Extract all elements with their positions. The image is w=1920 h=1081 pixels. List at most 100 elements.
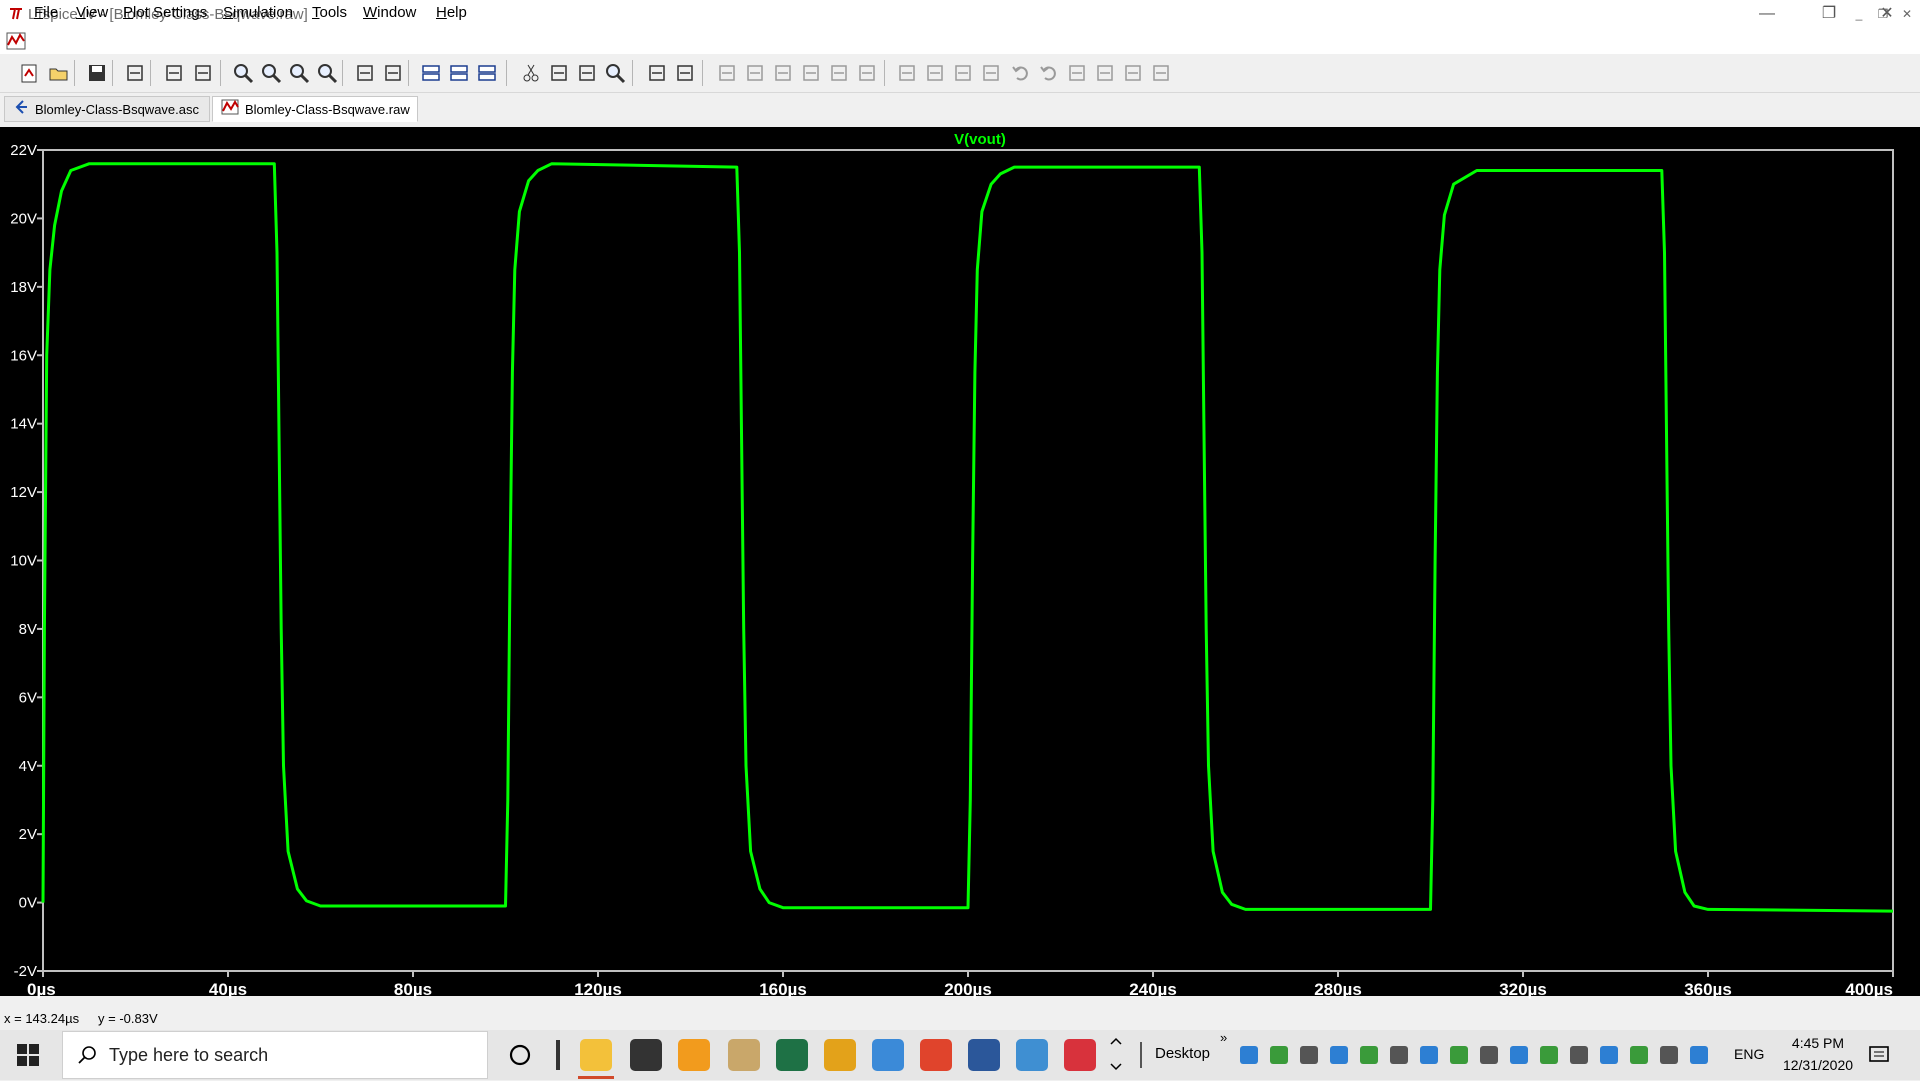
drag-icon[interactable] — [980, 62, 1002, 84]
network-app-tray-icon[interactable] — [1360, 1046, 1378, 1064]
cortana-icon[interactable] — [508, 1043, 532, 1067]
x-tick-label: 360µs — [1684, 980, 1732, 999]
control-panel-app-icon[interactable] — [872, 1039, 904, 1071]
mirror-icon[interactable] — [1094, 62, 1116, 84]
menu-window[interactable]: Window — [363, 4, 416, 21]
text-icon[interactable] — [1122, 62, 1144, 84]
y-tick-label: 4V — [19, 758, 37, 775]
tile-icon[interactable] — [476, 62, 498, 84]
tab-label: Blomley-Class-Bsqwave.asc — [35, 102, 199, 117]
menu-tools[interactable]: Tools — [312, 4, 347, 21]
battery-icon[interactable] — [1600, 1046, 1618, 1064]
y-tick-label: 12V — [10, 484, 37, 501]
desktop-toolbar-label[interactable]: Desktop — [1155, 1045, 1210, 1062]
autorange-icon[interactable] — [354, 62, 376, 84]
security-tray-icon[interactable] — [1300, 1046, 1318, 1064]
waveform-plot[interactable]: -2V 0V 2V 4V 6V 8V 10V 12V 14V 16V 18V 20V 22V 0µs 40µ… — [0, 127, 1920, 1007]
status-tray-icon[interactable] — [1540, 1046, 1558, 1064]
weather-tray-icon[interactable] — [1480, 1046, 1498, 1064]
mail-tray-icon[interactable] — [1450, 1046, 1468, 1064]
show-hidden-icons-button[interactable] — [1108, 1032, 1124, 1081]
tile-horizontal-icon[interactable] — [420, 62, 442, 84]
notification-center-icon[interactable] — [1868, 1044, 1890, 1071]
laptop-app-icon[interactable] — [1016, 1039, 1048, 1071]
mdi-minimize-button[interactable]: _ — [1850, 6, 1868, 22]
pen-icon[interactable] — [1690, 1046, 1708, 1064]
capacitor-icon[interactable] — [828, 62, 850, 84]
find-icon[interactable] — [604, 62, 626, 84]
taskbar-search-input[interactable]: Type here to search — [62, 1031, 488, 1079]
zoom-cancel-icon[interactable] — [316, 62, 338, 84]
paste-icon[interactable] — [576, 62, 598, 84]
menu-view[interactable]: View — [76, 4, 108, 21]
zoom-in-icon[interactable] — [232, 62, 254, 84]
excel-icon[interactable] — [776, 1039, 808, 1071]
notepad-app-icon[interactable] — [728, 1039, 760, 1071]
printer-tray-icon[interactable] — [1570, 1046, 1588, 1064]
copy-icon[interactable] — [548, 62, 570, 84]
open-icon[interactable] — [48, 62, 70, 84]
volume-icon[interactable] — [1630, 1046, 1648, 1064]
restore-button[interactable]: ❐ — [1806, 0, 1852, 28]
toolbar-separator — [342, 60, 343, 86]
tab-waveform[interactable]: Blomley-Class-Bsqwave.raw — [212, 96, 418, 122]
cascade-icon[interactable] — [448, 62, 470, 84]
mark-icon[interactable] — [382, 62, 404, 84]
zoom-out-icon[interactable] — [260, 62, 282, 84]
edge-tray-icon[interactable] — [1240, 1046, 1258, 1064]
label-icon[interactable] — [772, 62, 794, 84]
menu-plot-settings[interactable]: Plot Settings — [123, 4, 207, 21]
tab-label: Blomley-Class-Bsqwave.raw — [245, 102, 410, 117]
browser-icon[interactable] — [678, 1039, 710, 1071]
onenote-tray-icon[interactable] — [1420, 1046, 1438, 1064]
print-setup-icon[interactable] — [674, 62, 696, 84]
mdi-restore-button[interactable]: ❐ — [1874, 6, 1892, 22]
toolbar-overflow-icon[interactable]: » — [1220, 1030, 1227, 1045]
resistor-icon[interactable] — [800, 62, 822, 84]
language-indicator[interactable]: ENG — [1734, 1046, 1764, 1062]
document-waveform-icon[interactable] — [6, 31, 26, 51]
wire-icon[interactable] — [716, 62, 738, 84]
inductor-icon[interactable] — [856, 62, 878, 84]
x-tick-label: 240µs — [1129, 980, 1177, 999]
ground-icon[interactable] — [744, 62, 766, 84]
nvidia-tray-icon[interactable] — [1330, 1046, 1348, 1064]
file-explorer-icon[interactable] — [580, 1039, 612, 1071]
redo-icon[interactable] — [1038, 62, 1060, 84]
sync-tray-icon[interactable] — [1270, 1046, 1288, 1064]
windows-start-icon[interactable] — [16, 1043, 40, 1067]
snipping-tool-icon[interactable] — [1064, 1039, 1096, 1071]
cut-icon[interactable] — [520, 62, 542, 84]
search-icon — [77, 1045, 97, 1070]
move-icon[interactable] — [952, 62, 974, 84]
settings-app-icon[interactable] — [920, 1039, 952, 1071]
wifi-icon[interactable] — [1660, 1046, 1678, 1064]
halt-icon[interactable] — [192, 62, 214, 84]
component-icon[interactable] — [924, 62, 946, 84]
diode-icon[interactable] — [896, 62, 918, 84]
minimize-button[interactable]: — — [1744, 0, 1790, 28]
rotate-icon[interactable] — [1066, 62, 1088, 84]
menu-file[interactable]: File — [34, 4, 58, 21]
menu-help[interactable]: Help — [436, 4, 467, 21]
save-icon[interactable] — [86, 62, 108, 84]
store-icon[interactable] — [630, 1039, 662, 1071]
tab-schematic[interactable]: Blomley-Class-Bsqwave.asc — [4, 96, 210, 122]
task-view-icon[interactable] — [556, 1040, 560, 1070]
mdi-close-button[interactable]: ✕ — [1898, 6, 1916, 22]
clock-date[interactable]: 12/31/2020 — [1776, 1057, 1860, 1073]
undo-icon[interactable] — [1010, 62, 1032, 84]
new-schematic-icon[interactable] — [18, 62, 40, 84]
usb-tray-icon[interactable] — [1510, 1046, 1528, 1064]
clock-time[interactable]: 4:45 PM — [1786, 1035, 1850, 1051]
print-icon[interactable] — [646, 62, 668, 84]
word-icon[interactable] — [968, 1039, 1000, 1071]
run-icon[interactable] — [163, 62, 185, 84]
display-tray-icon[interactable] — [1390, 1046, 1408, 1064]
zoom-fit-icon[interactable] — [288, 62, 310, 84]
spice-directive-icon[interactable] — [1150, 62, 1172, 84]
control-panel-icon[interactable] — [124, 62, 146, 84]
chrome-icon[interactable] — [824, 1039, 856, 1071]
x-tick-label: 200µs — [944, 980, 992, 999]
menu-simulation[interactable]: Simulation — [223, 4, 293, 21]
